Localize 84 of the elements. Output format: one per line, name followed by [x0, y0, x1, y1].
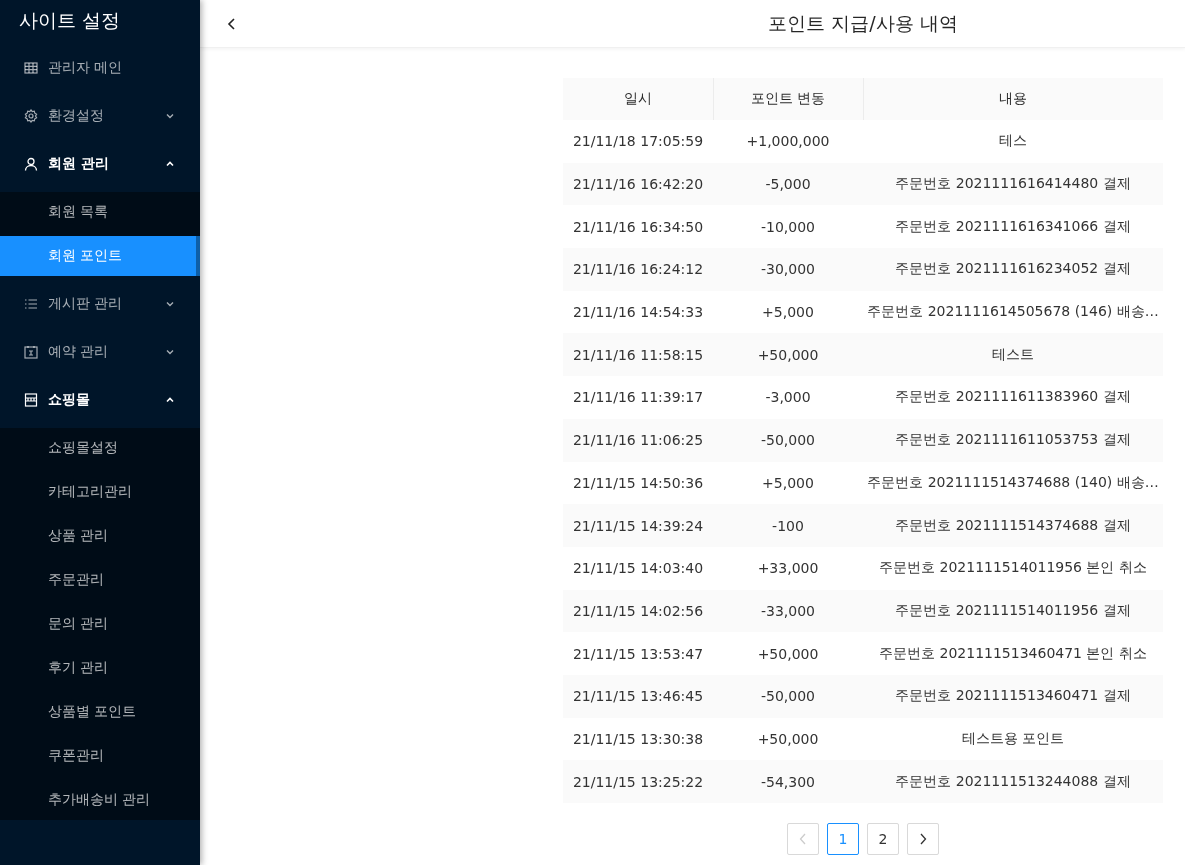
table-cell: -10,000 — [713, 205, 863, 249]
table-cell: 21/11/15 13:30:38 — [563, 717, 713, 761]
table-cell: -3,000 — [713, 376, 863, 419]
chevron-right-icon — [919, 833, 927, 845]
table-cell: 21/11/16 11:58:15 — [563, 333, 713, 377]
table-cell: +50,000 — [713, 632, 863, 675]
table-cell: 주문번호 2021111514011956 본인 취소 — [863, 546, 1163, 590]
chevron-down-icon — [165, 347, 175, 357]
sidebar-menu-item[interactable]: 예약 관리 — [0, 328, 191, 376]
table-cell: 테스트용 포인트 — [863, 717, 1163, 761]
table-cell: 21/11/16 11:06:25 — [563, 418, 713, 462]
table-cell: +5,000 — [713, 461, 863, 505]
table-cell: 테스 — [863, 120, 1163, 163]
sidebar-submenu-item[interactable]: 주문관리 — [0, 560, 200, 600]
sidebar-submenu-item[interactable]: 카테고리관리 — [0, 472, 200, 512]
sidebar-menu-item[interactable]: 게시판 관리 — [0, 280, 191, 328]
store-icon — [24, 393, 38, 407]
sidebar-menu-item[interactable]: 관리자 메인 — [0, 44, 191, 92]
table-cell: +50,000 — [713, 717, 863, 761]
sidebar-submenu-item[interactable]: 회원 목록 — [0, 192, 200, 232]
table-cell: +5,000 — [713, 290, 863, 334]
column-header: 포인트 변동 — [713, 78, 863, 120]
page-title: 포인트 지급/사용 내역 — [767, 10, 959, 36]
next-page-button[interactable] — [907, 823, 939, 855]
table-cell: 주문번호 2021111611383960 결제 — [863, 376, 1163, 419]
page-button[interactable]: 2 — [867, 823, 899, 855]
table-cell: 주문번호 2021111513460471 본인 취소 — [863, 632, 1163, 675]
sidebar-submenu-item[interactable]: 쿠폰관리 — [0, 736, 200, 776]
table-cell: 주문번호 2021111611053753 결제 — [863, 418, 1163, 462]
table-cell: -30,000 — [713, 248, 863, 291]
sidebar-menu-item[interactable]: 환경설정 — [0, 92, 191, 140]
sidebar-submenu-item[interactable]: 후기 관리 — [0, 648, 200, 688]
chevron-down-icon — [165, 111, 175, 121]
table-cell: -100 — [713, 504, 863, 547]
table-cell: 21/11/15 14:02:56 — [563, 589, 713, 633]
sidebar-submenu-item[interactable]: 상품 관리 — [0, 516, 200, 556]
sidebar-menu-item[interactable]: 회원 관리 — [0, 140, 191, 188]
chevron-up-icon — [165, 159, 175, 169]
table-cell: 21/11/16 16:24:12 — [563, 248, 713, 291]
table-cell: -50,000 — [713, 674, 863, 718]
sidebar-submenu-item[interactable]: 추가배송비 관리 — [0, 780, 200, 820]
table-cell: 주문번호 2021111614505678 (146) 배송… — [863, 290, 1163, 334]
sidebar-submenu-item[interactable]: 문의 관리 — [0, 604, 200, 644]
table-cell: -54,300 — [713, 760, 863, 803]
table-cell: 21/11/15 14:39:24 — [563, 504, 713, 547]
gear-icon — [24, 109, 38, 123]
table-cell: 주문번호 2021111513460471 결제 — [863, 674, 1163, 718]
chevron-down-icon — [165, 299, 175, 309]
sidebar-submenu-item[interactable]: 쇼핑몰설정 — [0, 428, 200, 468]
table-cell: +33,000 — [713, 546, 863, 590]
chevron-left-icon — [799, 833, 807, 845]
table-cell: 주문번호 2021111616414480 결제 — [863, 162, 1163, 206]
table-cell: 주문번호 2021111616341066 결제 — [863, 205, 1163, 249]
table-cell: 주문번호 2021111514011956 결제 — [863, 589, 1163, 633]
table-cell: 주문번호 2021111513244088 결제 — [863, 760, 1163, 803]
table-cell: 주문번호 2021111616234052 결제 — [863, 248, 1163, 291]
calendar-icon — [24, 345, 38, 359]
table-cell: -33,000 — [713, 589, 863, 633]
table-icon — [24, 61, 38, 75]
table-cell: +1,000,000 — [713, 120, 863, 163]
table-cell: 21/11/16 14:54:33 — [563, 290, 713, 334]
column-header: 내용 — [863, 78, 1163, 120]
sidebar-menu-item[interactable]: 쇼핑몰 — [0, 376, 191, 424]
sidebar-submenu-item[interactable]: 상품별 포인트 — [0, 692, 200, 732]
table-cell: 21/11/16 16:34:50 — [563, 205, 713, 249]
table-cell: 21/11/16 11:39:17 — [563, 376, 713, 419]
table-cell: -50,000 — [713, 418, 863, 462]
table-cell: +50,000 — [713, 333, 863, 377]
table-cell: 21/11/16 16:42:20 — [563, 162, 713, 206]
column-header: 일시 — [563, 78, 713, 120]
table-cell: 21/11/15 14:50:36 — [563, 461, 713, 505]
list-icon — [24, 297, 38, 311]
table-cell: 주문번호 2021111514374688 결제 — [863, 504, 1163, 547]
table-cell: 21/11/15 13:53:47 — [563, 632, 713, 675]
user-icon — [24, 157, 38, 171]
chevron-up-icon — [165, 395, 175, 405]
table-cell: 21/11/15 13:46:45 — [563, 674, 713, 718]
table-cell: -5,000 — [713, 162, 863, 206]
table-cell: 21/11/15 14:03:40 — [563, 546, 713, 590]
site-title: 사이트 설정 — [18, 8, 122, 33]
table-cell: 테스트 — [863, 333, 1163, 377]
table-cell: 주문번호 2021111514374688 (140) 배송… — [863, 461, 1163, 505]
table-cell: 21/11/15 13:25:22 — [563, 760, 713, 803]
table-cell: 21/11/18 17:05:59 — [563, 120, 713, 163]
